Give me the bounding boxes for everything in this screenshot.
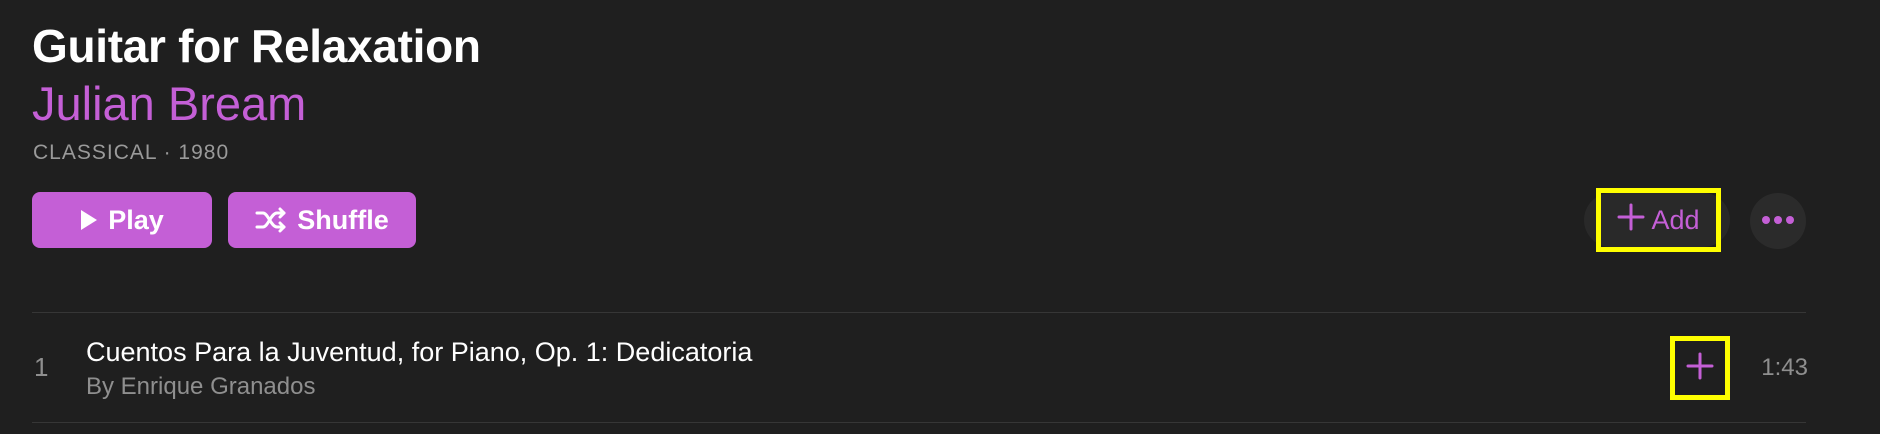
album-meta: CLASSICAL · 1980 — [33, 141, 230, 164]
track-row-divider — [32, 422, 1806, 423]
track-duration: 1:43 — [1761, 354, 1808, 381]
track-add-button[interactable] — [1670, 336, 1730, 400]
shuffle-button[interactable]: Shuffle — [228, 192, 416, 248]
shuffle-label: Shuffle — [297, 204, 389, 235]
artist-link[interactable]: Julian Bream — [32, 76, 306, 132]
more-options-button[interactable] — [1750, 193, 1806, 249]
shuffle-icon — [255, 207, 287, 233]
play-label: Play — [108, 204, 164, 235]
plus-icon — [1617, 203, 1645, 238]
plus-icon — [1686, 352, 1714, 385]
track-title[interactable]: Cuentos Para la Juventud, for Piano, Op.… — [86, 335, 752, 369]
album-title: Guitar for Relaxation — [32, 20, 481, 72]
play-button[interactable]: Play — [32, 192, 212, 248]
track-list-divider — [32, 312, 1806, 313]
track-number: 1 — [34, 352, 49, 382]
play-icon — [80, 209, 98, 231]
add-label: Add — [1651, 204, 1700, 235]
album-page: Guitar for Relaxation Julian Bream CLASS… — [0, 0, 1880, 434]
ellipsis-icon — [1760, 212, 1796, 230]
add-button[interactable]: Add — [1596, 188, 1721, 252]
track-artist[interactable]: By Enrique Granados — [86, 372, 315, 402]
